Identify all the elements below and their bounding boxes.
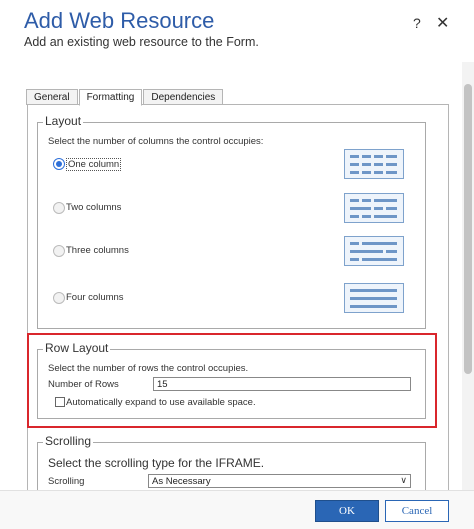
auto-expand-checkbox[interactable] — [55, 397, 65, 407]
radio-three-columns[interactable] — [53, 245, 65, 257]
scrolling-instruction: Select the scrolling type for the IFRAME… — [48, 456, 265, 470]
radio-label-four-columns[interactable]: Four columns — [66, 292, 124, 303]
cancel-button[interactable]: Cancel — [385, 500, 449, 522]
dialog-title: Add Web Resource — [24, 8, 215, 33]
tab-general[interactable]: General — [26, 89, 78, 105]
dialog-footer: OK Cancel — [0, 490, 474, 529]
close-icon[interactable]: ✕ — [436, 13, 449, 33]
layout-fieldset: Layout Select the number of columns the … — [37, 114, 426, 329]
four-columns-icon — [344, 283, 404, 313]
tab-dependencies[interactable]: Dependencies — [143, 89, 224, 105]
dialog-header: Add Web Resource Add an existing web res… — [0, 0, 474, 62]
tab-strip: General Formatting Dependencies — [26, 89, 224, 106]
row-layout-instruction: Select the number of rows the control oc… — [48, 363, 249, 374]
scrolling-select[interactable]: As Necessary ∨ — [148, 474, 411, 488]
rows-label: Number of Rows — [48, 379, 119, 390]
radio-label-three-columns[interactable]: Three columns — [66, 245, 129, 256]
scrollbar-thumb[interactable] — [464, 84, 472, 374]
radio-four-columns[interactable] — [53, 292, 65, 304]
dialog-subtitle: Add an existing web resource to the Form… — [24, 35, 259, 49]
layout-instruction: Select the number of columns the control… — [48, 136, 264, 147]
question-mark-icon[interactable]: ? — [413, 15, 421, 31]
row-layout-legend: Row Layout — [43, 341, 111, 355]
auto-expand-label[interactable]: Automatically expand to use available sp… — [66, 397, 256, 408]
radio-label-two-columns[interactable]: Two columns — [66, 202, 121, 213]
chevron-down-icon: ∨ — [400, 475, 407, 485]
ok-button[interactable]: OK — [315, 500, 379, 522]
two-columns-icon — [344, 193, 404, 223]
layout-legend: Layout — [43, 114, 84, 128]
radio-two-columns[interactable] — [53, 202, 65, 214]
tab-formatting[interactable]: Formatting — [78, 89, 143, 106]
scrolling-select-value: As Necessary — [152, 476, 211, 487]
radio-label-one-column[interactable]: One column — [66, 158, 122, 171]
rows-input[interactable]: 15 — [153, 377, 411, 391]
one-column-icon — [344, 149, 404, 179]
radio-one-column[interactable] — [53, 158, 65, 170]
scrolling-legend: Scrolling — [43, 434, 94, 448]
row-layout-fieldset: Row Layout Select the number of rows the… — [37, 341, 426, 419]
scrolling-label: Scrolling — [48, 476, 85, 487]
three-columns-icon — [344, 236, 404, 266]
